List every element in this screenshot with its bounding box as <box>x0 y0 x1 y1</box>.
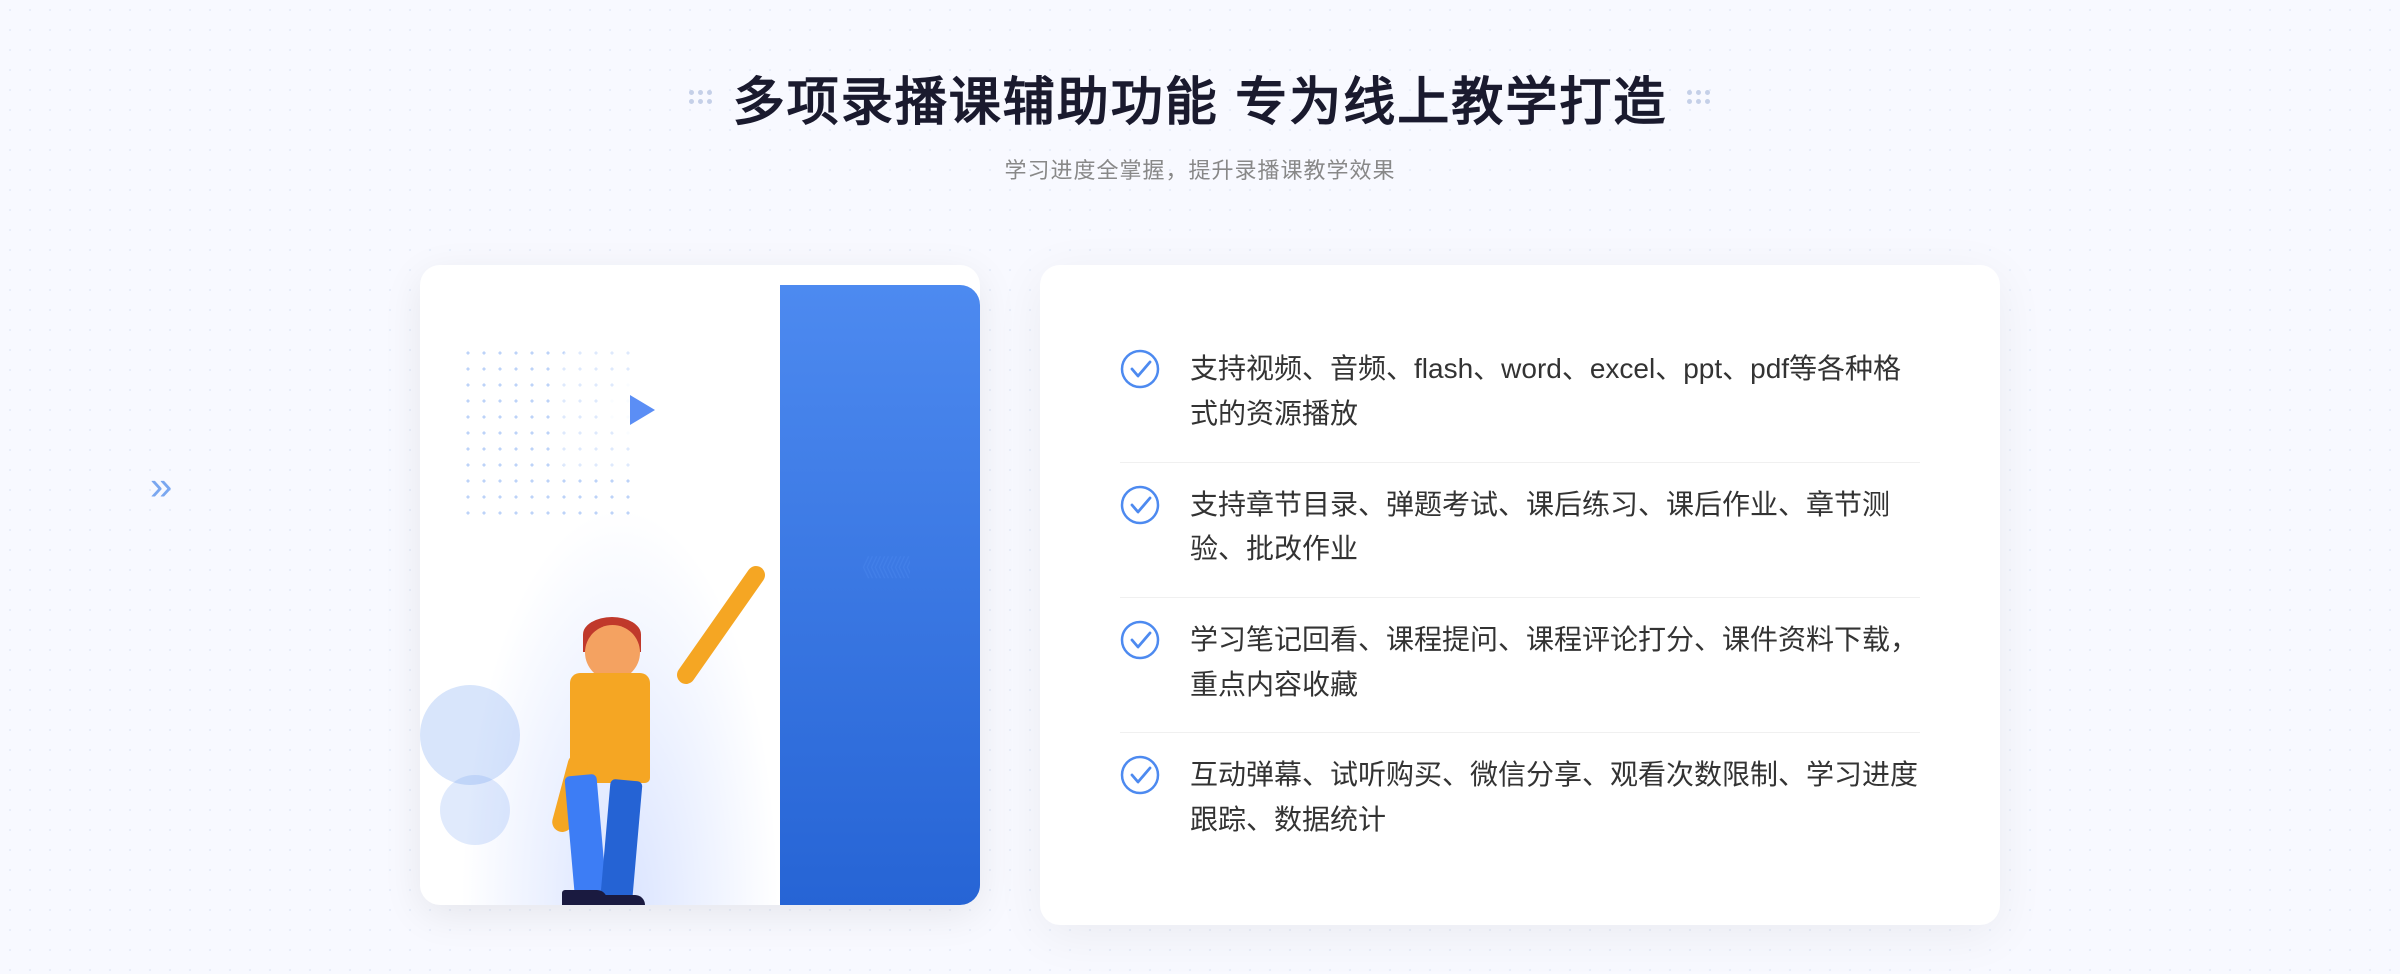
person-head <box>585 625 640 680</box>
title-row: 多项录播课辅助功能 专为线上教学打造 <box>689 60 1711 135</box>
person-pointing-arm <box>673 562 768 687</box>
left-chevrons-decoration: » <box>150 465 172 510</box>
page-subtitle: 学习进度全掌握，提升录播课教学效果 <box>689 153 1711 185</box>
feature-item-1: 支持视频、音频、flash、word、excel、ppt、pdf等各种格式的资源… <box>1120 327 1920 457</box>
right-dots-decoration <box>1687 90 1711 105</box>
left-dots-decoration <box>689 90 713 105</box>
header-section: 多项录播课辅助功能 专为线上教学打造 学习进度全掌握，提升录播课教学效果 <box>689 60 1711 185</box>
feature-item-4: 互动弹幕、试听购买、微信分享、观看次数限制、学习进度跟踪、数据统计 <box>1120 732 1920 863</box>
person-body <box>550 625 670 845</box>
person-torso <box>570 673 650 783</box>
feature-text-3: 学习笔记回看、课程提问、课程评论打分、课件资料下载，重点内容收藏 <box>1190 618 1920 708</box>
stripes-decoration <box>850 545 910 625</box>
illustration-container <box>400 245 1100 945</box>
check-icon-3 <box>1120 620 1160 660</box>
person-shoe-right <box>600 895 645 905</box>
page-title: 多项录播课辅助功能 专为线上教学打造 <box>733 60 1667 135</box>
content-section: 支持视频、音频、flash、word、excel、ppt、pdf等各种格式的资源… <box>400 245 2000 945</box>
person-figure <box>500 385 780 905</box>
info-panel: 支持视频、音频、flash、word、excel、ppt、pdf等各种格式的资源… <box>1040 265 2000 925</box>
check-icon-2 <box>1120 485 1160 525</box>
feature-text-2: 支持章节目录、弹题考试、课后练习、课后作业、章节测验、批改作业 <box>1190 483 1920 573</box>
feature-item-3: 学习笔记回看、课程提问、课程评论打分、课件资料下载，重点内容收藏 <box>1120 597 1920 728</box>
feature-text-4: 互动弹幕、试听购买、微信分享、观看次数限制、学习进度跟踪、数据统计 <box>1190 753 1920 843</box>
illustration-bg <box>420 265 980 905</box>
person-leg-right <box>599 779 642 905</box>
feature-text-1: 支持视频、音频、flash、word、excel、ppt、pdf等各种格式的资源… <box>1190 347 1920 437</box>
feature-item-2: 支持章节目录、弹题考试、课后练习、课后作业、章节测验、批改作业 <box>1120 462 1920 593</box>
check-icon-4 <box>1120 755 1160 795</box>
check-icon-1 <box>1120 349 1160 389</box>
page-container: » 多项录播课辅助功能 专为线上教学打造 学习进度全掌握，提升录播课教学效果 <box>0 0 2400 974</box>
